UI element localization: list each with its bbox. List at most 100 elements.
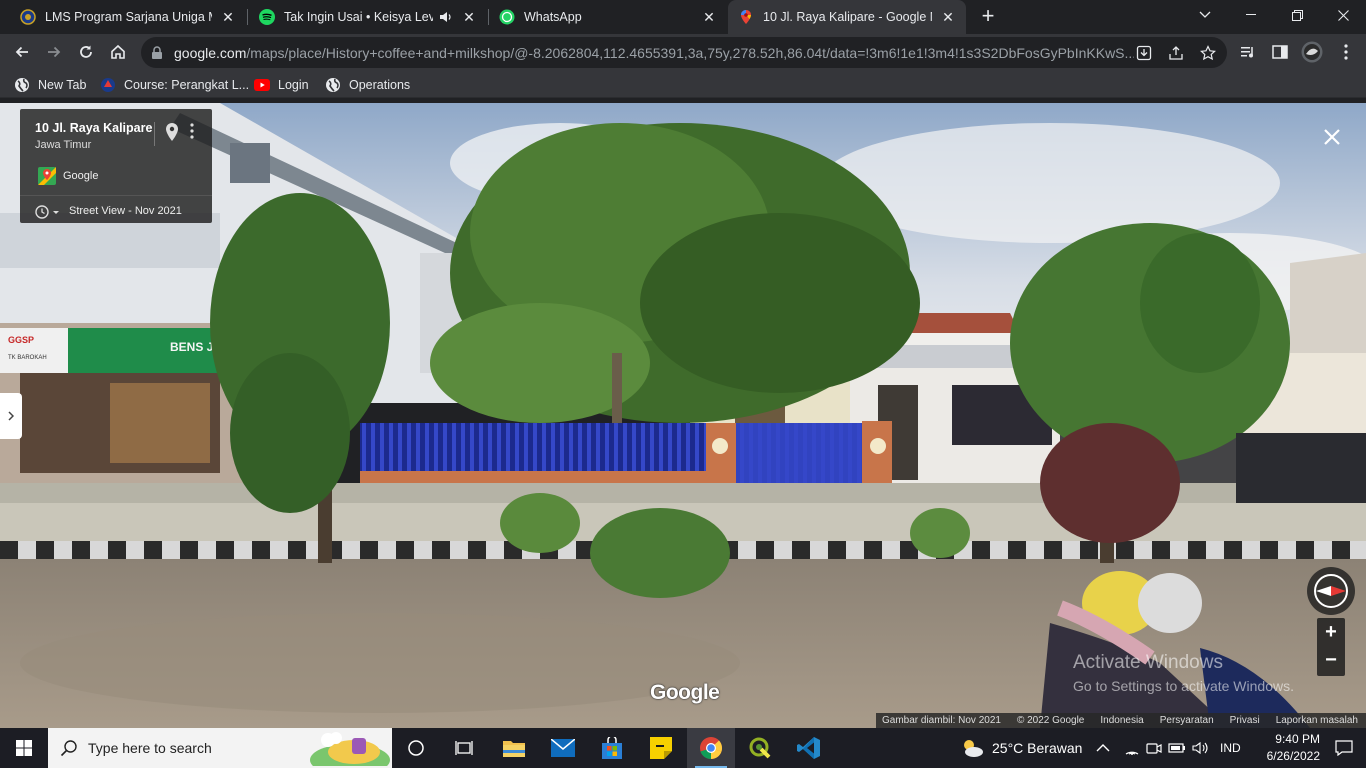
chrome-menu-icon[interactable] [1334, 40, 1358, 64]
start-button[interactable] [0, 728, 48, 768]
tab-whatsapp[interactable]: WhatsApp ✕ [489, 0, 727, 34]
country-link[interactable]: Indonesia [1100, 715, 1143, 726]
qgis-icon[interactable] [736, 728, 784, 768]
google-watermark: Google [650, 681, 720, 704]
language-text: IND [1220, 741, 1241, 755]
close-tab-icon[interactable]: ✕ [940, 9, 956, 25]
bookmark-new-tab[interactable]: New Tab [14, 75, 86, 95]
taskbar-search-box[interactable]: Type here to search [48, 728, 392, 768]
bookmark-course[interactable]: Course: Perangkat L... [100, 75, 249, 95]
show-hidden-icons-chevron[interactable] [1096, 728, 1110, 768]
bookmark-operations[interactable]: Operations [325, 75, 410, 95]
taskbar-clock[interactable]: 9:40 PM 6/26/2022 [1240, 731, 1320, 765]
bookmark-star-icon[interactable] [1199, 44, 1217, 62]
widgets-task-view-icon[interactable] [440, 728, 488, 768]
bookmark-label: Login [278, 78, 309, 92]
volume-icon[interactable] [1192, 728, 1210, 768]
url-text[interactable]: google.com/maps/place/History+coffee+and… [174, 45, 1134, 61]
microsoft-store-icon[interactable] [588, 728, 636, 768]
weather-widget[interactable]: 25°C Berawan [960, 728, 1082, 768]
wifi-icon[interactable] [1124, 728, 1140, 768]
shop-sign-ggsp: GGSP [8, 335, 34, 345]
shop-sign-tk-barokah: TK BAROKAH [8, 355, 47, 361]
location-info-card: 10 Jl. Raya Kalipare Jawa Timur Google S… [20, 109, 212, 223]
close-tab-icon[interactable]: ✕ [701, 9, 717, 25]
back-button[interactable] [8, 38, 36, 66]
chrome-taskbar-button[interactable] [687, 728, 735, 768]
mail-icon[interactable] [539, 728, 587, 768]
card-divider [20, 195, 212, 196]
activate-windows-title: Activate Windows [1073, 652, 1223, 673]
action-center-button[interactable] [1322, 728, 1366, 768]
file-explorer-icon[interactable] [490, 728, 538, 768]
profile-avatar[interactable] [1300, 40, 1324, 64]
close-tab-icon[interactable]: ✕ [220, 9, 236, 25]
home-button[interactable] [104, 38, 132, 66]
address-bar[interactable]: google.com/maps/place/History+coffee+and… [141, 37, 1227, 68]
reload-button[interactable] [72, 38, 100, 66]
tab-label: Tak Ingin Usai • Keisya Levron [284, 10, 433, 24]
audio-playing-icon[interactable] [439, 10, 453, 24]
course-icon [100, 77, 116, 93]
chrome-icon [700, 737, 723, 760]
time-travel-icon[interactable] [34, 204, 60, 225]
terms-link[interactable]: Persyaratan [1160, 715, 1214, 726]
vscode-icon[interactable] [785, 728, 833, 768]
tab-label: WhatsApp [524, 10, 582, 24]
place-title: 10 Jl. Raya Kalipare [35, 121, 153, 135]
new-tab-button[interactable]: + [976, 5, 1000, 29]
restore-window-button[interactable] [1274, 0, 1320, 30]
street-view-viewport[interactable]: GGSP TK BAROKAH BENS JAVAN 10 Jl. Raya K… [0, 103, 1366, 728]
maps-footer-bar: Gambar diambil: Nov 2021 © 2022 Google I… [876, 713, 1366, 728]
whatsapp-icon [499, 9, 515, 25]
input-language-indicator[interactable]: IND [1220, 728, 1241, 768]
close-window-button[interactable] [1320, 0, 1366, 30]
media-control-icon[interactable] [1236, 40, 1260, 64]
provider-label: Google [63, 170, 99, 182]
minimize-window-button[interactable] [1228, 0, 1274, 30]
tab-search-chevron-icon[interactable] [1182, 0, 1228, 30]
tab-lms[interactable]: LMS Program Sarjana Uniga Mala ✕ [10, 0, 246, 34]
privacy-link[interactable]: Privasi [1230, 715, 1260, 726]
activate-windows-watermark: Activate Windows Go to Settings to activ… [1073, 652, 1294, 694]
bookmarks-bar: New Tab Course: Perangkat L... Login Ope… [0, 71, 1366, 98]
sticky-notes-icon[interactable] [637, 728, 685, 768]
card-divider [154, 122, 155, 146]
tab-label: 10 Jl. Raya Kalipare - Google Map [763, 10, 932, 24]
url-path: /maps/place/History+coffee+and+milkshop/… [246, 45, 1134, 61]
search-placeholder: Type here to search [88, 740, 212, 756]
google-maps-logo-icon [38, 167, 56, 190]
activate-windows-subtitle: Go to Settings to activate Windows. [1073, 678, 1294, 694]
install-app-icon[interactable] [1135, 44, 1153, 62]
url-host: google.com [174, 45, 247, 61]
task-view-button[interactable] [392, 728, 440, 768]
battery-icon[interactable] [1168, 728, 1186, 768]
side-panel-icon[interactable] [1268, 40, 1292, 64]
copyright-text: © 2022 Google [1016, 715, 1085, 726]
zoom-in-button[interactable]: + [1317, 619, 1345, 647]
tab-divider [247, 9, 248, 25]
forward-button[interactable] [40, 38, 68, 66]
globe-icon [14, 77, 30, 93]
search-icon [60, 739, 78, 762]
share-icon[interactable] [1167, 44, 1185, 62]
meet-now-icon[interactable] [1146, 728, 1162, 768]
tab-google-maps[interactable]: 10 Jl. Raya Kalipare - Google Map ✕ [728, 0, 966, 34]
close-street-view-button[interactable] [1320, 125, 1344, 149]
compass-button[interactable] [1307, 567, 1355, 615]
windows-logo-icon [16, 740, 32, 756]
lock-icon[interactable] [151, 46, 163, 65]
bookmark-login[interactable]: Login [254, 75, 309, 95]
report-problem-link[interactable]: Laporkan masalah [1276, 715, 1358, 726]
close-tab-icon[interactable]: ✕ [461, 9, 477, 25]
zoom-out-button[interactable]: − [1317, 647, 1345, 675]
map-pin-icon[interactable] [166, 123, 178, 146]
globe-icon [325, 77, 341, 93]
lms-icon [20, 9, 36, 25]
windows-taskbar: Type here to search 25°C Berawan IND 9:4… [0, 728, 1366, 768]
expand-side-panel-button[interactable] [0, 393, 22, 439]
more-options-icon[interactable] [190, 123, 194, 144]
partly-cloudy-icon [964, 740, 983, 757]
tab-spotify[interactable]: Tak Ingin Usai • Keisya Levron ✕ [249, 0, 487, 34]
notification-icon [1335, 740, 1353, 756]
